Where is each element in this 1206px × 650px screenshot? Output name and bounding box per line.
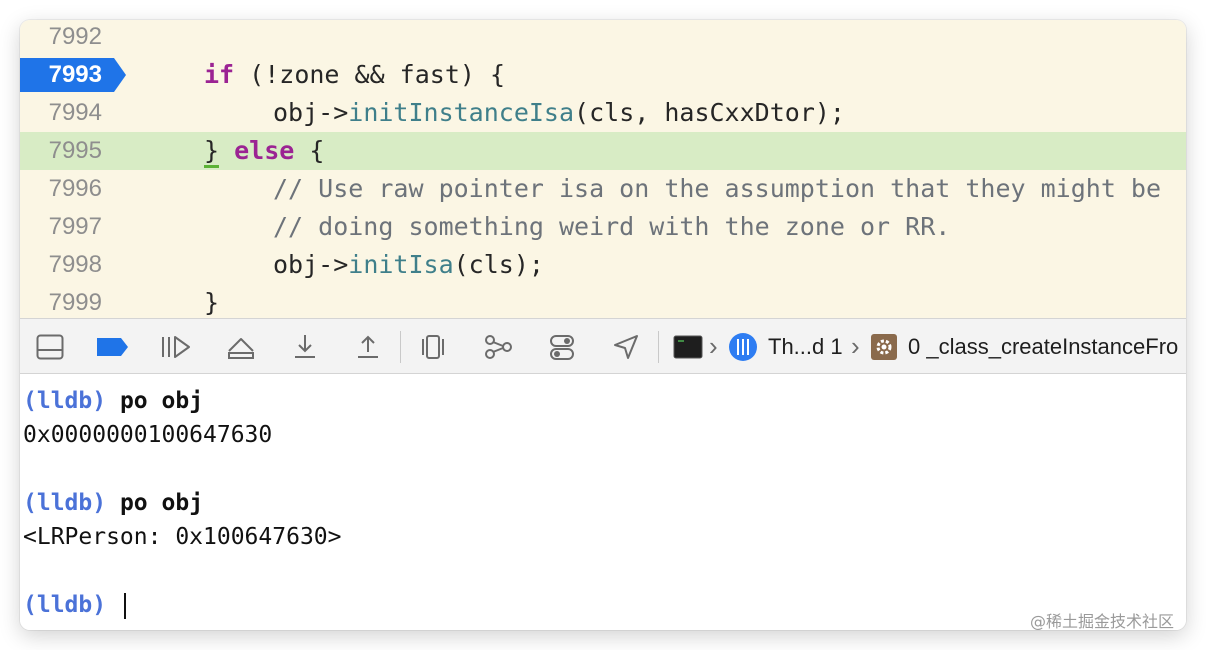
code-fragment: } [204,288,220,317]
console-command: po obj [119,388,204,414]
breakpoint-marker[interactable]: 7993 [20,56,126,94]
thread-icon [729,333,757,361]
code-text: obj->initInstanceIsa(cls, hasCxxDtor); [273,94,845,132]
code-fragment: { [294,136,325,165]
step-into-icon [295,335,315,358]
code-fragment: } [204,136,220,168]
thread-crumb[interactable] [726,331,760,363]
code-line[interactable]: 7997 // doing something weird with the z… [20,208,1186,246]
line-number: 7999 [48,289,102,316]
console-command: po obj [119,490,204,516]
keyword: else [234,136,295,165]
view-hierarchy-icon [422,335,444,359]
function-name: initIsa [348,250,454,279]
toolbar-divider [400,331,401,363]
source-editor[interactable]: 7992 7993 if (!zone && fast) { 7994 obj-… [20,20,1186,318]
hide-debug-area-icon [36,334,64,360]
text-cursor [123,592,126,619]
chevron-right-icon: › [851,331,860,361]
line-number: 7994 [48,99,102,126]
process-crumb[interactable] [671,331,705,363]
step-into-button[interactable] [288,331,322,363]
watermark: @稀土掘金技术社区 [1030,612,1175,631]
memory-graph-button[interactable] [481,331,515,363]
code-fragment: (cls, hasCxxDtor); [574,98,845,127]
code-text: if (!zone && fast) { [204,56,505,94]
breakpoints-toggle-button[interactable] [96,331,130,363]
code-fragment: obj-> [273,250,349,279]
code-line[interactable]: 7998 obj->initIsa(cls); [20,246,1186,284]
code-text: obj->initIsa(cls); [273,246,544,284]
frame-label[interactable]: 0 _class_createInstanceFro [908,319,1178,375]
current-code-line[interactable]: 7995 } else { [20,132,1186,170]
environment-overrides-icon [550,335,574,360]
debug-bar: › Th...d 1 › 0 _class_createInstanceFro [20,318,1186,374]
simulate-location-icon [614,335,638,359]
code-fragment: (!zone && fast) { [234,60,506,89]
frame-crumb[interactable] [867,331,901,363]
code-line[interactable]: 7992 [20,20,1186,56]
hide-debug-area-button[interactable] [33,331,67,363]
code-text: } else { [204,132,324,170]
console-line: (lldb) po obj [23,486,203,520]
toolbar-divider [658,331,659,363]
code-fragment: obj-> [273,98,349,127]
console-output: 0x0000000100647630 [23,422,273,448]
gear-icon [871,334,897,360]
xcode-debug-window: 7992 7993 if (!zone && fast) { 7994 obj-… [20,20,1186,630]
step-over-button[interactable] [224,331,258,363]
environment-overrides-button[interactable] [545,331,579,363]
code-comment: // doing something weird with the zone o… [273,212,951,241]
lldb-prompt: (lldb) [23,592,107,618]
step-over-icon [228,338,254,359]
code-line[interactable]: 7996 // Use raw pointer isa on the assum… [20,170,1186,208]
thread-label[interactable]: Th...d 1 [768,319,843,375]
code-comment: // Use raw pointer isa on the assumption… [273,174,1162,203]
breakpoints-toggle-icon [97,338,128,356]
code-fragment: (cls); [453,250,544,279]
line-number: 7995 [48,137,102,164]
lldb-prompt: (lldb) [23,388,107,414]
code-line[interactable]: 7994 obj->initInstanceIsa(cls, hasCxxDto… [20,94,1186,132]
console-line: (lldb) po obj [23,384,203,418]
line-number: 7998 [48,251,102,278]
continue-icon [162,336,190,358]
step-out-button[interactable] [351,331,385,363]
keyword: if [204,60,235,89]
function-name: initInstanceIsa [348,98,575,127]
simulate-location-button[interactable] [609,331,643,363]
view-hierarchy-button[interactable] [416,331,450,363]
step-out-icon [358,335,378,358]
code-line[interactable]: 7993 if (!zone && fast) { [20,56,1186,94]
line-number: 7992 [48,23,102,50]
continue-button[interactable] [159,331,193,363]
chevron-right-icon: › [709,331,718,361]
terminal-app-icon [673,335,703,359]
line-number: 7993 [48,61,102,88]
console-output: <LRPerson: 0x100647630> [23,524,342,550]
memory-graph-icon [485,335,512,359]
lldb-console[interactable]: (lldb) po obj 0x0000000100647630 (lldb) … [20,374,1186,630]
console-input-line[interactable]: (lldb) [23,588,126,622]
code-line[interactable]: 7999 } [20,284,1186,318]
line-number: 7996 [48,175,102,202]
line-number: 7997 [48,213,102,240]
lldb-prompt: (lldb) [23,490,107,516]
